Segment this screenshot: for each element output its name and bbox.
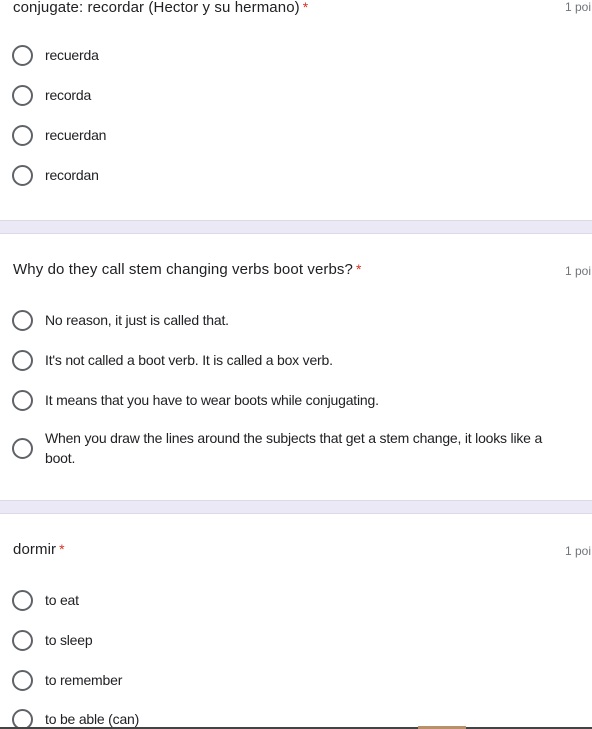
option-label: No reason, it just is called that. — [45, 312, 229, 328]
radio-option[interactable]: recuerda — [12, 45, 582, 66]
question-title: Why do they call stem changing verbs boo… — [13, 261, 362, 278]
question-text: dormir — [13, 541, 57, 558]
option-label: to be able (can) — [45, 711, 140, 727]
form-page: conjugate: recordar (Hector y su hermano… — [0, 0, 592, 729]
radio-option[interactable]: It means that you have to wear boots whi… — [12, 390, 582, 411]
section-separator — [0, 220, 592, 234]
radio-option[interactable]: recuerdan — [12, 125, 582, 146]
option-label: recuerda — [45, 47, 99, 63]
points-label: 1 poi — [565, 0, 592, 14]
radio-option[interactable]: It's not called a boot verb. It is calle… — [12, 350, 582, 371]
option-label: to eat — [45, 592, 79, 608]
radio-option[interactable]: recorda — [12, 85, 582, 106]
radio-button-icon[interactable] — [12, 670, 33, 691]
option-label: recuerdan — [45, 127, 107, 143]
radio-option[interactable]: to sleep — [12, 630, 582, 651]
question-card-3: dormir * 1 poi to eat to sleep to remembe… — [0, 514, 592, 729]
question-text: Why do they call stem changing verbs boo… — [13, 261, 353, 278]
radio-button-icon[interactable] — [12, 390, 33, 411]
radio-option[interactable]: to eat — [12, 590, 582, 611]
radio-button-icon[interactable] — [12, 125, 33, 146]
option-label: recorda — [45, 87, 92, 103]
radio-option[interactable]: When you draw the lines around the subje… — [12, 428, 582, 468]
radio-option[interactable]: No reason, it just is called that. — [12, 310, 582, 331]
radio-button-icon[interactable] — [12, 437, 33, 459]
required-asterisk: * — [355, 261, 362, 277]
option-label: to sleep — [45, 632, 93, 648]
radio-button-icon[interactable] — [12, 630, 33, 651]
question-card-2: Why do they call stem changing verbs boo… — [0, 234, 592, 500]
radio-button-icon[interactable] — [12, 85, 33, 106]
question-title: conjugate: recordar (Hector y su hermano… — [13, 0, 308, 16]
radio-option[interactable]: recordan — [12, 165, 582, 186]
required-asterisk: * — [59, 541, 65, 557]
radio-button-icon[interactable] — [12, 590, 33, 611]
points-label: 1 poi — [565, 544, 592, 558]
radio-button-icon[interactable] — [12, 165, 33, 186]
question-card-1: conjugate: recordar (Hector y su hermano… — [0, 0, 592, 220]
question-title: dormir * — [13, 541, 65, 558]
option-label: It means that you have to wear boots whi… — [45, 392, 379, 408]
option-label: to remember — [45, 672, 123, 688]
radio-button-icon[interactable] — [12, 310, 33, 331]
radio-button-icon[interactable] — [12, 350, 33, 371]
points-label: 1 poi — [565, 264, 592, 278]
radio-option[interactable]: to remember — [12, 670, 582, 691]
question-text: conjugate: recordar (Hector y su hermano… — [13, 0, 300, 16]
option-label: It's not called a boot verb. It is calle… — [45, 352, 333, 368]
section-separator — [0, 500, 592, 514]
option-label: When you draw the lines around the subje… — [45, 430, 543, 466]
radio-button-icon[interactable] — [12, 709, 33, 729]
option-label: recordan — [45, 167, 99, 183]
radio-option[interactable]: to be able (can) — [12, 709, 582, 729]
radio-button-icon[interactable] — [12, 45, 33, 66]
required-asterisk: * — [302, 0, 309, 15]
